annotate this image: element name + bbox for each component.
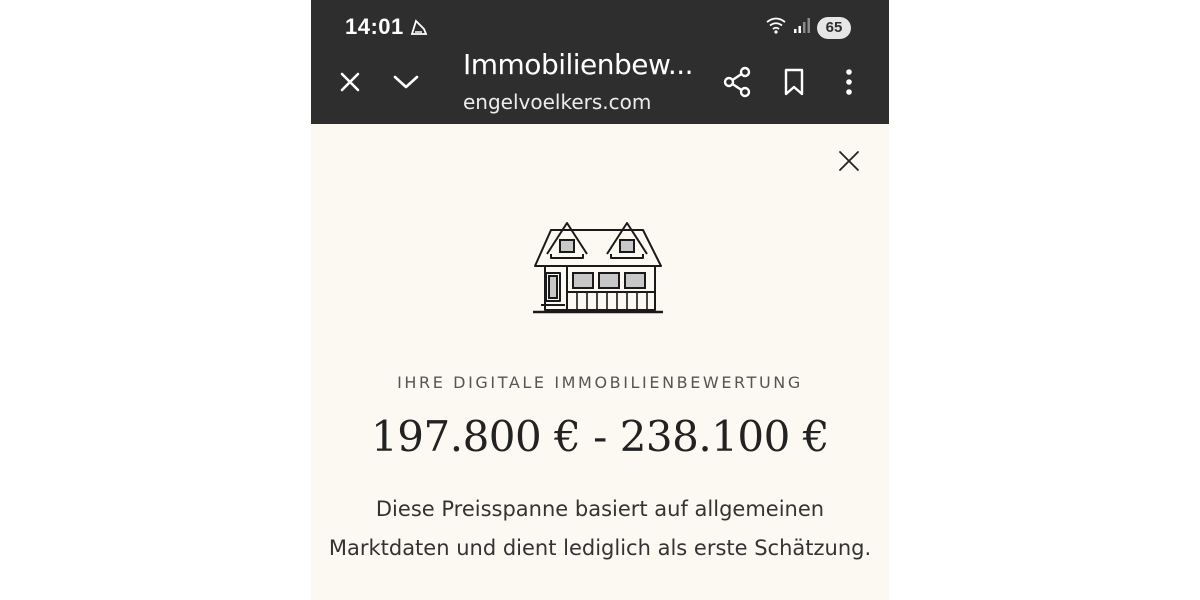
status-right: 65 (765, 16, 851, 39)
close-icon (340, 72, 360, 92)
more-vert-icon (846, 69, 852, 95)
signal-icon (793, 16, 811, 39)
bookmark-icon (784, 68, 804, 96)
description-line-2: Marktdaten und dient lediglich als erste… (328, 536, 872, 560)
status-time: 14:01 (345, 14, 404, 39)
modal-close-button[interactable] (837, 149, 861, 178)
more-options-button[interactable] (839, 64, 859, 100)
wifi-icon (765, 16, 787, 39)
page-url[interactable]: engelvoelkers.com (463, 90, 651, 114)
house-icon (533, 218, 663, 319)
share-button[interactable] (721, 64, 753, 100)
price-range: 197.800 € - 238.100 € (371, 412, 829, 461)
page-title: Immobilienbew... (463, 48, 694, 81)
close-icon (839, 151, 859, 171)
browser-toolbar: 14:01 65 Immobilienbew... engelvoelkers.… (311, 0, 889, 124)
valuation-overline: IHRE DIGITALE IMMOBILIENBEWERTUNG (397, 373, 803, 392)
battery-indicator: 65 (817, 16, 851, 39)
minimize-button[interactable] (389, 64, 423, 100)
phone-screen: 14:01 65 Immobilienbew... engelvoelkers.… (311, 0, 889, 600)
share-icon (723, 66, 751, 98)
close-tab-button[interactable] (335, 64, 365, 100)
chevron-down-icon (393, 75, 419, 89)
description-line-1: Diese Preisspanne basiert auf allgemeine… (375, 497, 825, 521)
bookmark-button[interactable] (779, 64, 809, 100)
app-notification-icon (409, 17, 429, 42)
price-description: Diese Preisspanne basiert auf allgemeine… (311, 490, 889, 568)
